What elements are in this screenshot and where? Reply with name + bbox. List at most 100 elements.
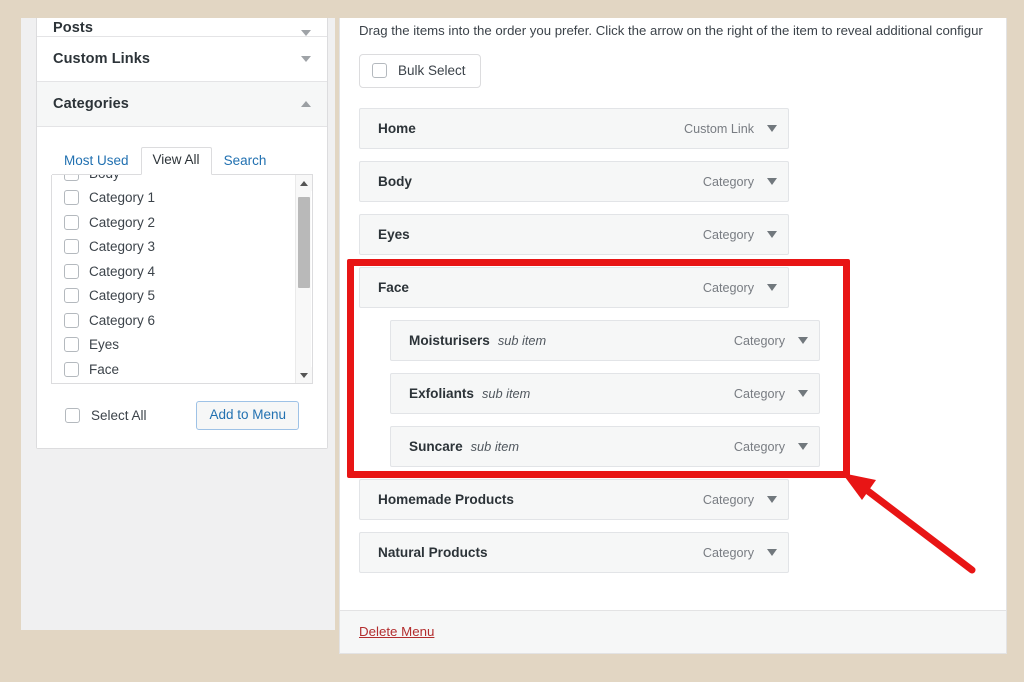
chevron-down-icon-menu-item[interactable] bbox=[767, 178, 777, 185]
menu-item-meta: Category bbox=[703, 546, 777, 560]
list-item-label: Face bbox=[89, 361, 120, 377]
menu-item-row-home[interactable]: Home Custom Link bbox=[359, 108, 789, 149]
menu-item-title-text: Exfoliants bbox=[409, 386, 474, 401]
list-item[interactable]: Category 1 bbox=[64, 186, 312, 211]
chevron-down-icon-menu-item[interactable] bbox=[767, 284, 777, 291]
menu-item-row-moisturisers[interactable]: Moisturisers sub item Category bbox=[390, 320, 820, 361]
menu-item-meta: Category bbox=[703, 175, 777, 189]
list-item[interactable]: Category 4 bbox=[64, 259, 312, 284]
menu-item-type: Category bbox=[702, 227, 754, 242]
list-item-label: Category 3 bbox=[89, 239, 156, 254]
triangle-up-glyph bbox=[300, 180, 308, 186]
list-item[interactable]: Category 2 bbox=[64, 210, 312, 235]
menu-item-row-homemade-products[interactable]: Homemade Products Category bbox=[359, 479, 789, 520]
menu-item-type: Custom Link bbox=[684, 121, 754, 136]
list-item[interactable]: Face bbox=[64, 357, 312, 382]
list-item[interactable]: Category 6 bbox=[64, 308, 312, 333]
screenshot-canvas: Posts Custom Links Categories Most Used … bbox=[0, 0, 1024, 682]
categories-checkbox-list: Body Category 1 Category 2 Category bbox=[52, 175, 312, 382]
list-item-label: Category 2 bbox=[89, 214, 156, 230]
accordion-header-posts[interactable]: Posts bbox=[37, 18, 327, 37]
checkbox-icon[interactable] bbox=[64, 214, 79, 230]
accordion-header-categories[interactable]: Categories bbox=[37, 82, 327, 127]
menu-item-meta: Category bbox=[703, 281, 777, 295]
categories-tablist: Most Used View All Search bbox=[52, 147, 313, 175]
checkbox-icon[interactable] bbox=[64, 190, 79, 206]
checkbox-icon[interactable] bbox=[64, 361, 79, 377]
chevron-down-icon-menu-item[interactable] bbox=[767, 496, 777, 503]
menu-item-row-eyes[interactable]: Eyes Category bbox=[359, 214, 789, 255]
list-item[interactable]: Eyes bbox=[64, 333, 312, 358]
categories-panel-body: Most Used View All Search Body Category … bbox=[37, 127, 327, 448]
list-item-label: Eyes bbox=[89, 337, 120, 352]
chevron-down-icon-menu-item[interactable] bbox=[767, 549, 777, 556]
checkbox-icon[interactable] bbox=[64, 263, 79, 279]
menu-item-title: Moisturisers sub item bbox=[409, 333, 546, 348]
menu-item-meta: Category bbox=[703, 228, 777, 242]
menu-actions-bar: Delete Menu bbox=[339, 610, 1007, 654]
add-to-menu-button[interactable]: Add to Menu bbox=[196, 401, 299, 430]
chevron-up-icon-categories[interactable] bbox=[301, 101, 311, 107]
menu-item-sub-flag: sub item bbox=[470, 439, 520, 454]
checkbox-icon[interactable] bbox=[64, 288, 79, 304]
menu-item-type: Category bbox=[702, 545, 754, 560]
menu-items-list: Home Custom Link Body Category Eyes Cate… bbox=[359, 108, 999, 585]
menu-item-title-text: Suncare bbox=[409, 439, 463, 454]
accordion-label-custom-links: Custom Links bbox=[53, 51, 151, 67]
accordion-label-categories: Categories bbox=[53, 96, 129, 112]
menu-item-type: Category bbox=[702, 492, 754, 507]
drag-hint-text: Drag the items into the order you prefer… bbox=[359, 23, 983, 38]
checkbox-icon[interactable] bbox=[64, 175, 79, 181]
delete-menu-link[interactable]: Delete Menu bbox=[359, 624, 434, 639]
menu-item-sub-flag: sub item bbox=[481, 386, 531, 401]
menu-item-row-exfoliants[interactable]: Exfoliants sub item Category bbox=[390, 373, 820, 414]
menu-item-type: Category bbox=[733, 333, 785, 348]
chevron-down-icon-custom-links[interactable] bbox=[301, 56, 311, 62]
accordion-label-posts: Posts bbox=[53, 20, 93, 36]
chevron-down-icon-menu-item[interactable] bbox=[767, 231, 777, 238]
categories-scroll-region[interactable]: Body Category 1 Category 2 Category bbox=[51, 175, 313, 384]
list-item[interactable]: Body bbox=[64, 175, 312, 186]
select-all-control[interactable]: Select All bbox=[65, 407, 147, 423]
menu-item-title: Suncare sub item bbox=[409, 439, 519, 454]
checkbox-icon-select-all[interactable] bbox=[65, 407, 80, 423]
menu-item-row-body[interactable]: Body Category bbox=[359, 161, 789, 202]
menu-item-meta: Category bbox=[734, 387, 808, 401]
tab-view-all[interactable]: View All bbox=[140, 147, 212, 175]
list-item-label: Category 5 bbox=[89, 288, 156, 303]
checkbox-icon-bulk-select[interactable] bbox=[372, 63, 387, 78]
chevron-down-icon-menu-item[interactable] bbox=[798, 443, 808, 450]
categories-scrollbar[interactable] bbox=[295, 175, 312, 383]
triangle-down-glyph bbox=[300, 372, 308, 378]
menu-item-title: Natural Products bbox=[378, 545, 488, 560]
select-all-label: Select All bbox=[91, 407, 147, 423]
chevron-down-icon-posts[interactable] bbox=[301, 30, 311, 36]
menu-item-row-suncare[interactable]: Suncare sub item Category bbox=[390, 426, 820, 467]
scrollbar-thumb[interactable] bbox=[298, 197, 310, 288]
menu-item-type: Category bbox=[702, 280, 754, 295]
scroll-down-arrow-icon[interactable] bbox=[296, 367, 312, 383]
accordion-header-custom-links[interactable]: Custom Links bbox=[37, 37, 327, 82]
menu-item-meta: Custom Link bbox=[684, 122, 777, 136]
chevron-down-icon-menu-item[interactable] bbox=[798, 337, 808, 344]
tab-search[interactable]: Search bbox=[212, 148, 279, 175]
list-item-label: Category 4 bbox=[89, 263, 156, 279]
chevron-down-icon-menu-item[interactable] bbox=[798, 390, 808, 397]
checkbox-icon[interactable] bbox=[64, 312, 79, 328]
chevron-down-icon-menu-item[interactable] bbox=[767, 125, 777, 132]
add-menu-items-panel: Posts Custom Links Categories Most Used … bbox=[21, 18, 335, 630]
list-item[interactable]: Category 5 bbox=[64, 284, 312, 309]
tab-most-used[interactable]: Most Used bbox=[52, 148, 141, 175]
scroll-up-arrow-icon[interactable] bbox=[296, 175, 312, 191]
menu-item-sub-flag: sub item bbox=[497, 333, 547, 348]
checkbox-icon[interactable] bbox=[64, 337, 79, 353]
bulk-select-button-top[interactable]: Bulk Select bbox=[359, 54, 481, 88]
list-item-label: Body bbox=[89, 175, 120, 180]
checkbox-icon[interactable] bbox=[64, 239, 79, 255]
menu-item-title: Homemade Products bbox=[378, 492, 514, 507]
menu-item-row-natural-products[interactable]: Natural Products Category bbox=[359, 532, 789, 573]
list-item[interactable]: Category 3 bbox=[64, 235, 312, 260]
menu-item-title-text: Moisturisers bbox=[409, 333, 490, 348]
categories-panel-footer: Select All Add to Menu bbox=[51, 384, 313, 448]
menu-item-row-face[interactable]: Face Category bbox=[359, 267, 789, 308]
